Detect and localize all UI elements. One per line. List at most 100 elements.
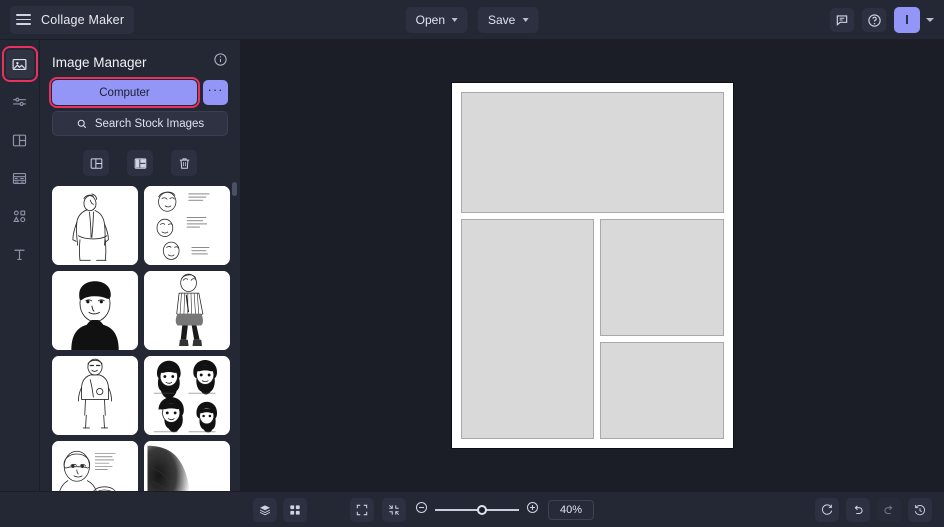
sliders-icon [13, 97, 26, 106]
list-item[interactable] [144, 271, 230, 350]
zoom-in-button[interactable] [525, 500, 540, 520]
collage-cell-right-top[interactable] [600, 219, 724, 336]
list-item[interactable] [52, 271, 138, 350]
save-button-label: Save [488, 13, 516, 27]
collage-right-column [600, 219, 724, 439]
search-icon [77, 119, 86, 128]
left-tool-rail [0, 40, 40, 491]
fit-screen-button[interactable] [350, 497, 374, 522]
history-controls [815, 497, 932, 522]
list-item[interactable] [52, 186, 138, 265]
more-sources-label: ··· [207, 82, 224, 97]
reset-button[interactable] [815, 497, 839, 522]
computer-upload-button[interactable]: Computer [49, 77, 200, 108]
layers-button[interactable] [253, 497, 277, 522]
open-button-label: Open [415, 13, 445, 27]
sidebar-item-text[interactable] [6, 240, 34, 268]
computer-upload-label: Computer [99, 86, 150, 99]
list-item[interactable] [144, 186, 230, 265]
sketch-shaded-landscape-thumb [147, 441, 227, 491]
more-sources-button[interactable]: ··· [203, 80, 228, 105]
redo-icon [884, 505, 893, 514]
file-menu-group: Open Save [405, 0, 539, 40]
sidebar-item-images[interactable] [1, 46, 38, 82]
zoom-slider-track[interactable] [435, 504, 519, 515]
avatar-initial: I [905, 13, 909, 27]
zoom-slider-knob[interactable] [477, 504, 487, 515]
collage-page[interactable] [452, 83, 733, 448]
canvas-area[interactable] [241, 40, 944, 491]
sidebar-item-adjust[interactable] [6, 88, 34, 116]
thumbnail-scrollbar[interactable] [232, 182, 237, 491]
shapes-icon [13, 210, 26, 222]
sketch-standing-figure-thumb [55, 186, 135, 265]
search-stock-images-button[interactable]: Search Stock Images [52, 111, 228, 136]
sketch-four-faces-thumb [147, 356, 227, 435]
list-item[interactable] [52, 441, 138, 491]
background-icon [12, 172, 27, 184]
chevron-down-icon [522, 18, 529, 22]
delete-button[interactable] [171, 150, 197, 176]
sidebar-item-layouts[interactable] [6, 126, 34, 154]
top-bar: Collage Maker Open Save I [0, 0, 944, 40]
zoom-in-icon [526, 501, 539, 513]
grid-button[interactable] [283, 497, 307, 522]
hamburger-icon [16, 14, 31, 25]
image-manager-panel: Image Manager Computer ··· Search Stock … [40, 40, 241, 491]
open-button[interactable]: Open [405, 7, 468, 33]
select-all-button[interactable] [83, 150, 109, 176]
redo-button[interactable] [877, 497, 901, 522]
sketch-two-portraits-thumb [55, 441, 135, 491]
list-item[interactable] [144, 441, 230, 491]
fit-screen-icon [356, 504, 368, 515]
sketch-inked-portrait-thumb [55, 271, 135, 350]
zoom-out-icon [415, 501, 428, 513]
grid-icon [290, 504, 300, 515]
scrollbar-thumb[interactable] [232, 182, 237, 196]
thumbnail-list[interactable] [40, 182, 240, 491]
collage-cell-right-bottom[interactable] [600, 342, 724, 439]
collapse-button[interactable] [382, 497, 406, 522]
panel-tool-row [40, 136, 240, 182]
trash-icon [179, 157, 189, 169]
app-body: Image Manager Computer ··· Search Stock … [0, 40, 944, 491]
fill-layout-button[interactable] [127, 150, 153, 176]
page-title: Image Manager [52, 54, 147, 70]
collage-maker-app: Collage Maker Open Save I Image Manager … [0, 0, 944, 527]
undo-icon [854, 505, 863, 514]
top-bar-actions: I [830, 0, 934, 40]
save-button[interactable]: Save [478, 7, 539, 33]
app-menu-button[interactable]: Collage Maker [10, 5, 135, 34]
sidebar-item-graphics[interactable] [6, 202, 34, 230]
list-item[interactable] [144, 356, 230, 435]
info-button[interactable] [213, 52, 228, 72]
zoom-level-field[interactable]: 40% [548, 499, 594, 520]
zoom-slider[interactable] [414, 500, 540, 520]
feedback-button[interactable] [830, 8, 854, 32]
text-icon [14, 249, 25, 260]
collage-cell-left[interactable] [461, 219, 594, 439]
list-item[interactable] [52, 356, 138, 435]
zoom-out-button[interactable] [414, 500, 429, 520]
search-stock-images-label: Search Stock Images [94, 117, 205, 130]
zoom-level-value: 40% [559, 503, 583, 516]
collage-cell-top[interactable] [461, 92, 724, 213]
image-icon [12, 58, 27, 70]
app-title: Collage Maker [41, 12, 125, 27]
sidebar-item-backgrounds[interactable] [6, 164, 34, 192]
collage-bottom-row [461, 219, 724, 439]
sketch-striped-outfit-thumb [147, 271, 227, 350]
bottom-left-tools [253, 497, 307, 522]
undo-button[interactable] [846, 497, 870, 522]
source-button-row: Computer ··· [40, 77, 240, 108]
help-circle-icon [867, 13, 881, 27]
sketch-face-studies-thumb [147, 186, 227, 265]
zoom-controls: 40% [350, 497, 594, 522]
chevron-down-icon [452, 18, 458, 22]
refresh-icon [821, 503, 833, 515]
help-button[interactable] [862, 8, 886, 32]
history-button[interactable] [908, 497, 932, 522]
avatar[interactable]: I [894, 7, 920, 33]
layers-icon [259, 504, 271, 515]
account-chevron-down-icon[interactable] [926, 18, 934, 22]
